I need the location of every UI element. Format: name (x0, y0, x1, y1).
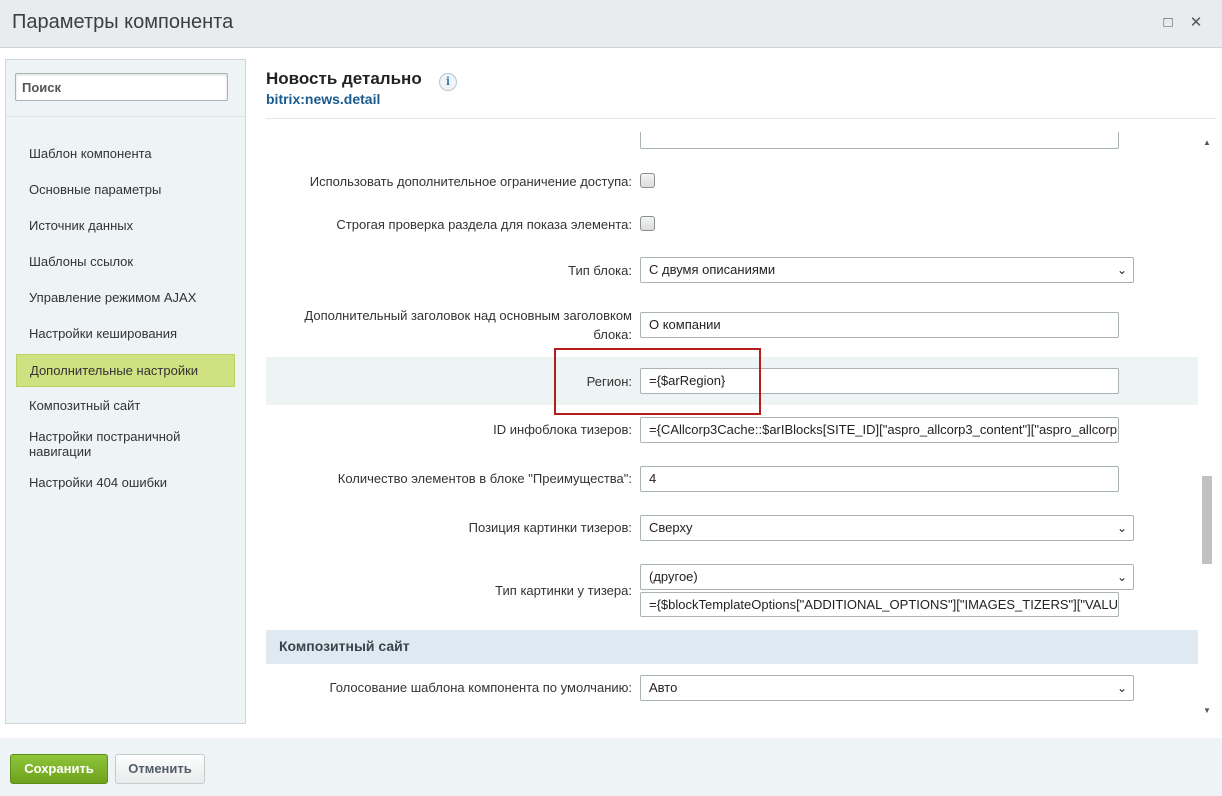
sidebar-item-404[interactable]: Настройки 404 ошибки (16, 475, 235, 490)
adv-count-input[interactable]: 4 (640, 466, 1119, 492)
sidebar-item-pager[interactable]: Настройки постраничной навигации (16, 429, 235, 459)
component-code: bitrix:news.detail (266, 91, 381, 107)
sidebar-divider (6, 116, 245, 117)
params-panel: Использовать дополнительное ограничение … (266, 132, 1216, 720)
scroll-down-icon[interactable]: ▼ (1203, 706, 1211, 715)
sidebar-item-cache[interactable]: Настройки кеширования (16, 326, 235, 341)
tizers-iblock-input[interactable]: ={CAllcorp3Cache::$arIBlocks[SITE_ID]["a… (640, 417, 1119, 443)
cancel-button[interactable]: Отменить (115, 754, 205, 784)
select-value: С двумя описаниями (649, 262, 776, 277)
maximize-icon[interactable]: □ (1159, 14, 1177, 32)
window-title: Параметры компонента (12, 11, 234, 33)
voting-select[interactable]: Авто ⌄ (640, 675, 1134, 701)
section-header-composite: Композитный сайт (266, 630, 1198, 664)
param-label: Тип картинки у тизера: (495, 583, 632, 598)
param-label: Голосование шаблона компонента по умолча… (329, 680, 632, 695)
dialog-footer: Сохранить Отменить (0, 738, 1222, 796)
access-limit-checkbox[interactable] (640, 173, 655, 188)
select-value: Авто (649, 680, 678, 695)
sidebar-item-url-templates[interactable]: Шаблоны ссылок (16, 254, 235, 269)
scrollbar[interactable]: ▲ ▼ (1199, 132, 1216, 720)
extra-heading-input[interactable]: О компании (640, 312, 1119, 338)
page-title: Новость детально (266, 69, 422, 88)
search-input[interactable] (15, 73, 228, 101)
sidebar: Шаблон компонента Основные параметры Ист… (5, 59, 246, 724)
param-label: Строгая проверка раздела для показа элем… (336, 217, 632, 232)
strict-check-checkbox[interactable] (640, 216, 655, 231)
chevron-down-icon: ⌄ (1116, 521, 1127, 535)
block-type-select[interactable]: С двумя описаниями ⌄ (640, 257, 1134, 283)
highlight-box (554, 348, 761, 415)
sidebar-item-basic[interactable]: Основные параметры (16, 182, 235, 197)
section-title: Композитный сайт (279, 638, 410, 654)
tizer-pic-type-select[interactable]: (другое) ⌄ (640, 564, 1134, 590)
sidebar-item-data-source[interactable]: Источник данных (16, 218, 235, 233)
tizer-pic-type-custom-input[interactable]: ={$blockTemplateOptions["ADDITIONAL_OPTI… (640, 592, 1119, 617)
sidebar-item-composite[interactable]: Композитный сайт (16, 398, 235, 413)
clipped-field[interactable] (640, 132, 1119, 149)
param-label: Использовать дополнительное ограничение … (309, 174, 632, 189)
header-divider (266, 118, 1216, 119)
save-button[interactable]: Сохранить (10, 754, 108, 784)
param-label: Количество элементов в блоке "Преимущест… (337, 471, 632, 486)
sidebar-item-template[interactable]: Шаблон компонента (16, 146, 235, 161)
sidebar-item-additional[interactable]: Дополнительные настройки (16, 354, 235, 387)
window-titlebar: Параметры компонента □ ✕ (0, 0, 1222, 48)
tizers-pic-position-select[interactable]: Сверху ⌄ (640, 515, 1134, 541)
select-value: Сверху (649, 520, 693, 535)
select-value: (другое) (649, 569, 698, 584)
info-icon[interactable]: i (439, 73, 457, 91)
param-label: Тип блока: (568, 263, 632, 278)
param-label: Дополнительный заголовок над основным за… (304, 308, 632, 342)
sidebar-item-ajax[interactable]: Управление режимом AJAX (16, 290, 235, 305)
chevron-down-icon: ⌄ (1116, 263, 1127, 277)
close-icon[interactable]: ✕ (1187, 14, 1205, 32)
chevron-down-icon: ⌄ (1116, 681, 1127, 695)
scrollbar-thumb[interactable] (1202, 476, 1212, 564)
chevron-down-icon: ⌄ (1116, 570, 1127, 584)
param-label: ID инфоблока тизеров: (493, 422, 632, 437)
scroll-up-icon[interactable]: ▲ (1203, 138, 1211, 147)
param-label: Позиция картинки тизеров: (468, 520, 632, 535)
